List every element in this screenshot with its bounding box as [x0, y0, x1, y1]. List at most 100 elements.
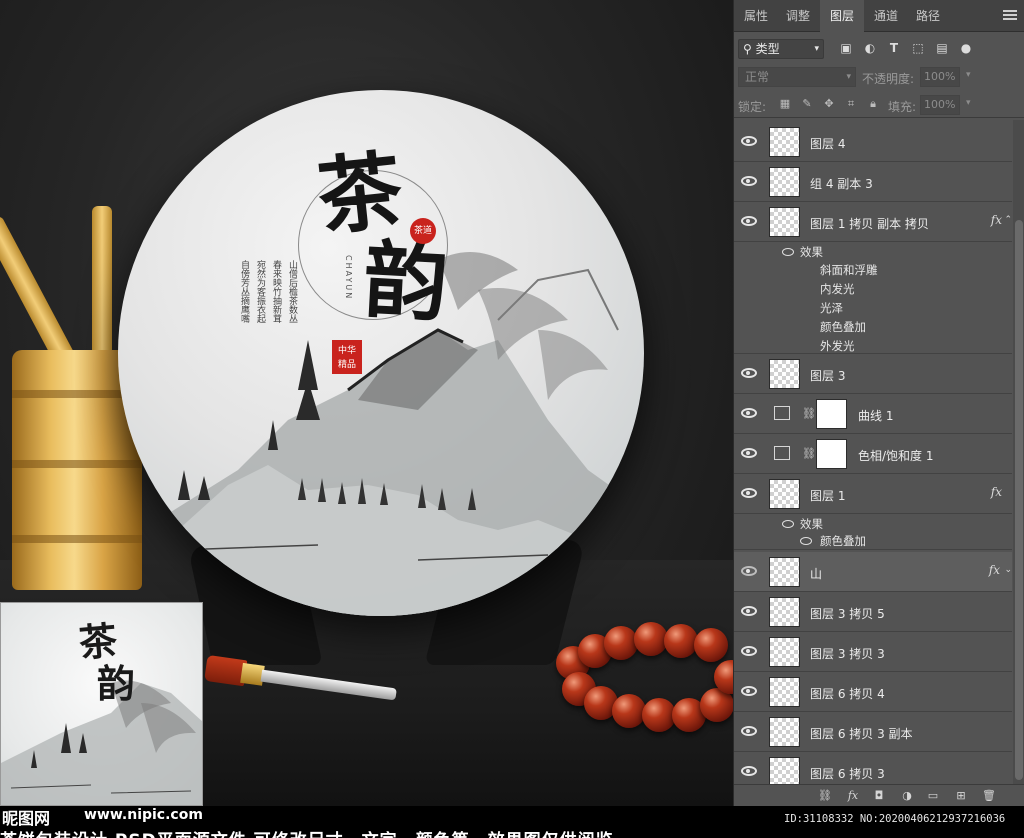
visibility-eye-icon[interactable] [741, 408, 757, 418]
visibility-eye-icon[interactable] [741, 606, 757, 616]
lock-position-icon[interactable]: ✥ [822, 97, 836, 111]
layers-panel: 属性 调整 图层 通道 路径 ⚲ 类型 ▾ ▣ ◐ T ⬚ ▤ ● 正常 ▾ 不透明… [733, 0, 1024, 806]
effect-eye-icon[interactable] [782, 248, 794, 256]
trash-icon[interactable]: 🗑︎ [980, 788, 998, 804]
visibility-eye-icon[interactable] [741, 176, 757, 186]
tab-properties[interactable]: 属性 [736, 0, 776, 32]
lock-label: 锁定: [738, 100, 767, 114]
lock-transparent-icon[interactable]: ▦ [778, 97, 792, 111]
new-layer-icon[interactable]: ⊞ [952, 788, 970, 804]
fx-badge[interactable]: fx [991, 213, 1002, 227]
poem-column: 春来映竹抽新茸 [271, 260, 281, 323]
image-filter-icon[interactable]: ▣ [838, 40, 854, 56]
effect-item[interactable]: 光泽 [820, 300, 843, 316]
layer-row[interactable]: 图层 4 [734, 122, 1012, 162]
curves-icon [774, 406, 790, 420]
layers-scrollbar[interactable] [1013, 120, 1024, 784]
new-group-icon[interactable]: ▭ [924, 788, 942, 804]
effect-item[interactable]: 外发光 [820, 338, 855, 354]
adjustment-filter-icon[interactable]: ◐ [862, 40, 878, 56]
visibility-eye-icon[interactable] [741, 136, 757, 146]
visibility-eye-icon[interactable] [741, 448, 757, 458]
visibility-eye-icon[interactable] [741, 646, 757, 656]
watermark-id: ID:31108332 NO:20200406212937216036 [784, 813, 1006, 825]
layer-row[interactable]: 图层 1 拷贝 副本 拷贝 fx ⌃ [734, 202, 1012, 242]
document-canvas[interactable]: 茶 韵 茶道 中华精品 CHAYUN 山僧后檐茶数丛 春来映竹抽新茸 宛然为客振… [0, 0, 733, 806]
smart-object-filter-icon[interactable]: ▤ [934, 40, 950, 56]
layer-filter-row: ⚲ 类型 ▾ ▣ ◐ T ⬚ ▤ ● [734, 33, 1024, 63]
adjustment-layer-row[interactable]: ⛓ 曲线 1 [734, 394, 1012, 434]
opacity-input[interactable]: 100% [920, 67, 960, 87]
filter-toggle-icon[interactable]: ● [958, 40, 974, 56]
layer-row[interactable]: 图层 3 拷贝 5 [734, 592, 1012, 632]
adjustment-layer-row[interactable]: ⛓ 色相/饱和度 1 [734, 434, 1012, 474]
layer-row[interactable]: 图层 1 fx [734, 474, 1012, 514]
preview-thumbnail: 茶 韵 [0, 602, 203, 806]
visibility-eye-icon[interactable] [741, 566, 757, 576]
panel-menu-icon[interactable] [1003, 10, 1017, 20]
layer-name: 图层 6 拷贝 3 副本 [810, 727, 913, 741]
layer-row[interactable]: 图层 3 [734, 354, 1012, 394]
opacity-label: 不透明度: [862, 72, 915, 86]
layer-thumbnail [769, 637, 800, 667]
link-chain-icon[interactable]: ⛓ [802, 407, 816, 420]
tab-channels[interactable]: 通道 [866, 0, 906, 32]
blend-mode-select[interactable]: 正常 ▾ [738, 67, 856, 87]
fx-icon[interactable]: fx [844, 788, 862, 804]
layer-row[interactable]: 组 4 副本 3 [734, 162, 1012, 202]
layer-row[interactable]: 图层 6 拷贝 4 [734, 672, 1012, 712]
tea-title-char-1: 茶 [313, 139, 407, 248]
tab-layers[interactable]: 图层 [820, 0, 864, 32]
layer-thumbnail [769, 207, 800, 237]
fill-input[interactable]: 100% [920, 95, 960, 115]
add-mask-icon[interactable]: ◘ [870, 788, 888, 804]
chevron-down-icon[interactable]: ▾ [966, 70, 971, 80]
scrollbar-thumb[interactable] [1015, 220, 1023, 780]
layer-row-selected[interactable]: 山 fx ⌄ [734, 552, 1012, 592]
effect-item[interactable]: 斜面和浮雕 [820, 262, 878, 278]
chevron-down-icon[interactable]: ▾ [966, 98, 971, 108]
layer-thumbnail [769, 597, 800, 627]
visibility-eye-icon[interactable] [741, 488, 757, 498]
layer-row[interactable]: 图层 6 拷贝 3 副本 [734, 712, 1012, 752]
layer-name: 色相/饱和度 1 [858, 449, 934, 463]
link-layers-icon[interactable]: ⛓ [816, 788, 834, 804]
link-chain-icon[interactable]: ⛓ [802, 447, 816, 460]
thumb-title-1: 茶 [77, 617, 119, 666]
visibility-eye-icon[interactable] [741, 216, 757, 226]
effect-eye-icon[interactable] [782, 520, 794, 528]
effect-item[interactable]: 内发光 [820, 281, 855, 297]
lock-all-icon[interactable]: 🔒︎ [866, 97, 880, 111]
tab-adjustments[interactable]: 调整 [778, 0, 818, 32]
visibility-eye-icon[interactable] [741, 686, 757, 696]
layer-thumbnail [769, 717, 800, 747]
layer-name: 图层 1 拷贝 副本 拷贝 [810, 217, 929, 231]
tea-title-char-2: 韵 [361, 229, 451, 334]
shape-filter-icon[interactable]: ⬚ [910, 40, 926, 56]
lock-artboard-icon[interactable]: ⌗ [844, 97, 858, 111]
red-seal-small: 茶道 [410, 218, 436, 244]
effect-item[interactable]: 颜色叠加 [820, 319, 866, 335]
chevron-down-icon[interactable]: ⌄ [1004, 565, 1012, 575]
poem-column: 山僧后檐茶数丛 [287, 260, 297, 323]
visibility-eye-icon[interactable] [741, 726, 757, 736]
layer-thumbnail [769, 677, 800, 707]
tab-paths[interactable]: 路径 [908, 0, 948, 32]
text-filter-icon[interactable]: T [886, 40, 902, 56]
effect-eye-icon[interactable] [800, 537, 812, 545]
blend-mode-value: 正常 [745, 70, 770, 84]
tea-cake-wrapper: 茶 韵 茶道 中华精品 CHAYUN 山僧后檐茶数丛 春来映竹抽新茸 宛然为客振… [118, 90, 644, 616]
fx-badge[interactable]: fx [991, 485, 1002, 499]
adjustment-layer-icon[interactable]: ◑ [898, 788, 916, 804]
layer-row[interactable]: 图层 6 拷贝 3 [734, 752, 1012, 784]
chevron-up-icon[interactable]: ⌃ [1004, 215, 1012, 225]
red-seal-large: 中华精品 [332, 340, 362, 374]
poem-column: 宛然为客振衣起 [255, 260, 265, 323]
lock-paint-icon[interactable]: ✎ [800, 97, 814, 111]
visibility-eye-icon[interactable] [741, 368, 757, 378]
visibility-eye-icon[interactable] [741, 766, 757, 776]
layer-row[interactable]: 图层 3 拷贝 3 [734, 632, 1012, 672]
fx-badge[interactable]: fx [989, 563, 1000, 577]
effect-item[interactable]: 颜色叠加 [820, 533, 866, 549]
layer-filter-select[interactable]: ⚲ 类型 ▾ [738, 39, 824, 59]
